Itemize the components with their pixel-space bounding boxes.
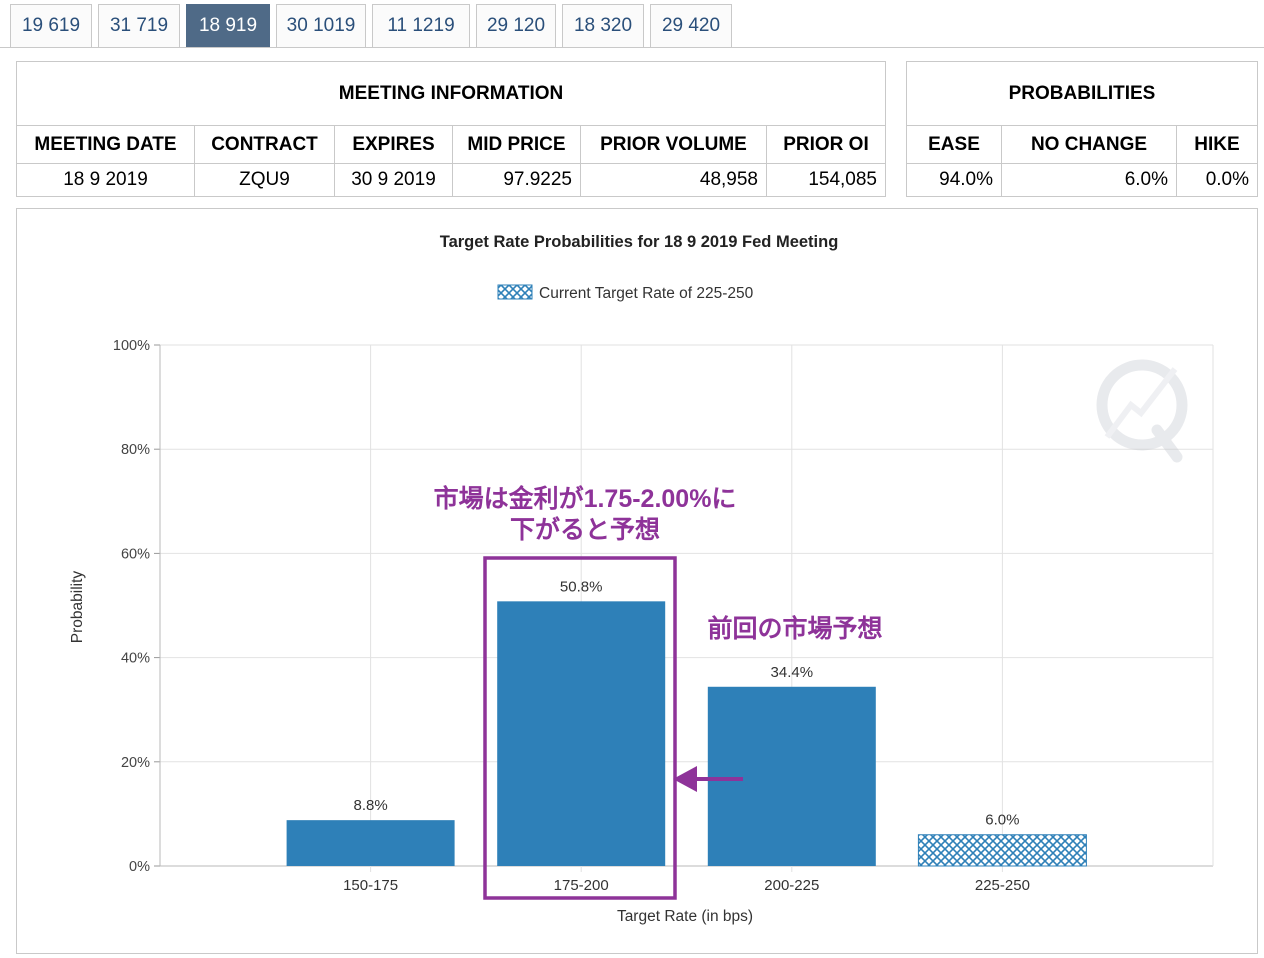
bars-layer (286, 601, 1087, 867)
ease-value: 94.0% (906, 163, 1002, 197)
col-meeting-date: MEETING DATE (16, 125, 195, 164)
col-ease: EASE (906, 125, 1002, 164)
y-tick-label: 0% (129, 859, 150, 875)
col-mid-price: MID PRICE (452, 125, 581, 164)
col-no-change: NO CHANGE (1001, 125, 1177, 164)
prior-volume-value: 48,958 (580, 163, 767, 197)
y-axis-label: Probability (69, 571, 86, 644)
x-tick-label-175-200: 175-200 (554, 877, 609, 894)
bar-200-225 (707, 686, 876, 866)
contract-value: ZQU9 (194, 163, 335, 197)
data-label-175-200: 50.8% (560, 578, 603, 595)
tab-30-1019[interactable]: 30 1019 (276, 4, 366, 48)
bar-150-175 (286, 820, 455, 866)
meeting-information-header: MEETING INFORMATION (16, 61, 886, 126)
col-hike: HIKE (1176, 125, 1258, 164)
tab-18-919[interactable]: 18 919 (186, 4, 270, 48)
meeting-date-value: 18 9 2019 (16, 163, 195, 197)
table-row: 94.0% 6.0% 0.0% (906, 163, 1258, 197)
expires-value: 30 9 2019 (334, 163, 453, 197)
legend-label: Current Target Rate of 225-250 (539, 285, 754, 302)
probabilities-table: PROBABILITIES EASE NO CHANGE HIKE 94.0% … (906, 61, 1258, 197)
tab-19-619[interactable]: 19 619 (10, 4, 92, 48)
hike-value: 0.0% (1176, 163, 1258, 197)
legend: Current Target Rate of 225-250 (497, 284, 754, 302)
y-tick-label: 60% (121, 546, 150, 562)
chart-grid (154, 344, 1214, 872)
tab-18-320[interactable]: 18 320 (562, 4, 644, 48)
y-tick-label: 80% (121, 442, 150, 458)
col-prior-volume: PRIOR VOLUME (580, 125, 767, 164)
col-prior-oi: PRIOR OI (766, 125, 886, 164)
box-annotation-line2: 下がると予想 (509, 516, 660, 544)
x-axis-label: Target Rate (in bps) (617, 908, 753, 925)
prior-oi-value: 154,085 (766, 163, 886, 197)
box-annotation: 市場は金利が1.75-2.00%に 下がると予想 (405, 484, 765, 546)
box-annotation-line1: 市場は金利が1.75-2.00%に (433, 485, 737, 513)
legend-swatch (497, 284, 533, 300)
no-change-value: 6.0% (1001, 163, 1177, 197)
chart-title: Target Rate Probabilities for 18 9 2019 … (440, 233, 839, 251)
mid-price-value: 97.9225 (452, 163, 581, 197)
data-label-225-250: 6.0% (985, 812, 1019, 829)
tab-29-420[interactable]: 29 420 (650, 4, 732, 48)
bar-175-200 (497, 601, 666, 866)
y-tick-label: 40% (121, 651, 150, 667)
data-label-200-225: 34.4% (771, 664, 814, 681)
col-expires: EXPIRES (334, 125, 453, 164)
bar-225-250 (917, 834, 1087, 867)
tab-11-1219[interactable]: 11 1219 (372, 4, 470, 48)
y-tick-label: 20% (121, 755, 150, 771)
meeting-information-table: MEETING INFORMATION MEETING DATE CONTRAC… (16, 61, 886, 197)
watermark-logo (1096, 359, 1188, 463)
x-tick-label-200-225: 200-225 (764, 877, 819, 894)
arrow-annotation-label: 前回の市場予想 (707, 615, 883, 643)
tab-29-120[interactable]: 29 120 (476, 4, 556, 48)
tab-31-719[interactable]: 31 719 (98, 4, 180, 48)
data-label-150-175: 8.8% (353, 797, 387, 814)
target-rate-chart: 0% 20% 40% 60% 80% 100% 8.8% 150-175 50.8% 175-20… (69, 233, 1214, 925)
chart-panel: 0% 20% 40% 60% 80% 100% 8.8% 150-175 50.8% 175-20… (16, 208, 1258, 954)
y-tick-label: 100% (113, 338, 150, 354)
x-tick-label-150-175: 150-175 (343, 877, 398, 894)
x-tick-label-225-250: 225-250 (975, 877, 1030, 894)
table-row: 18 9 2019 ZQU9 30 9 2019 97.9225 48,958 … (16, 163, 886, 197)
probabilities-header: PROBABILITIES (906, 61, 1258, 126)
col-contract: CONTRACT (194, 125, 335, 164)
